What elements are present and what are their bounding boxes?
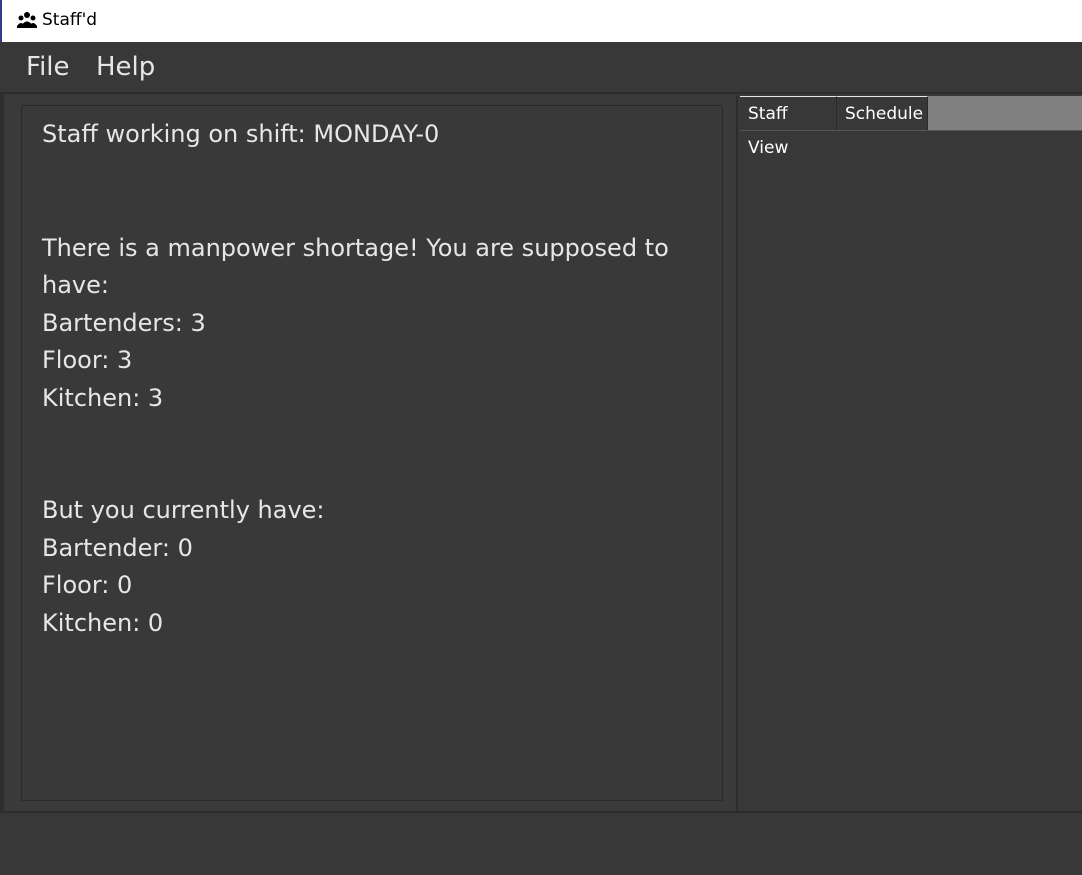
- result-line-required-floor: Floor: 3: [42, 346, 133, 374]
- result-line-have: have:: [42, 271, 109, 299]
- result-line-required-kitchen: Kitchen: 3: [42, 384, 164, 412]
- result-line-current-kitchen: Kitchen: 0: [42, 609, 164, 637]
- menu-file[interactable]: File: [26, 52, 70, 82]
- result-line-shift: Staff working on shift: MONDAY-0: [42, 120, 440, 148]
- menu-bar: File Help: [0, 42, 1082, 94]
- window-titlebar: Staff'd: [0, 0, 1082, 42]
- tab-staff-view[interactable]: Staff View: [740, 96, 837, 158]
- menu-help[interactable]: Help: [96, 52, 155, 82]
- tab-pane: Staff View Schedule: [740, 95, 1082, 811]
- tab-header: Staff View Schedule: [740, 96, 1082, 158]
- main-area: Staff working on shift: MONDAY-0 There i…: [4, 95, 1082, 811]
- result-line-current-header: But you currently have:: [42, 496, 325, 524]
- result-pane: Staff working on shift: MONDAY-0 There i…: [4, 95, 738, 811]
- window-title: Staff'd: [42, 10, 98, 30]
- result-line-required-bartenders: Bartenders: 3: [42, 309, 206, 337]
- people-icon: [17, 12, 37, 28]
- status-bar: [0, 811, 1082, 875]
- result-line-shortage: There is a manpower shortage! You are su…: [42, 234, 669, 262]
- result-line-current-floor: Floor: 0: [42, 571, 133, 599]
- tab-schedule[interactable]: Schedule: [837, 96, 928, 130]
- result-line-current-bartender: Bartender: 0: [42, 534, 193, 562]
- result-display[interactable]: Staff working on shift: MONDAY-0 There i…: [21, 105, 723, 801]
